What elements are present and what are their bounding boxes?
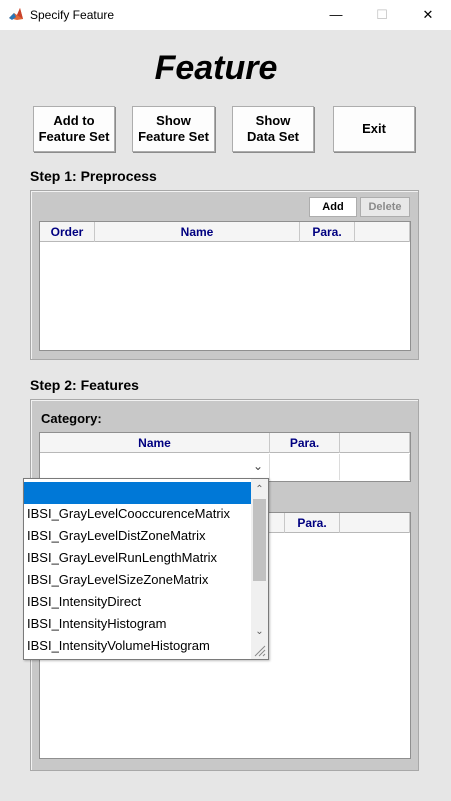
category-row: ⌄ [40,454,410,480]
category-dropdown-list[interactable]: IBSI_GrayLevelCooccurenceMatrix IBSI_Gra… [23,478,269,660]
add-to-feature-set-button[interactable]: Add to Feature Set [33,106,115,152]
scroll-up-icon[interactable]: ⌃ [251,481,268,499]
exit-button[interactable]: Exit [333,106,415,152]
dropdown-scrollbar[interactable]: ⌃ ⌄ [251,479,268,659]
category-empty-cell[interactable] [340,454,410,480]
column-header-para[interactable]: Para. [270,433,340,453]
category-label: Category: [41,411,102,426]
column-header-empty[interactable] [340,513,410,533]
close-button[interactable]: ✕ [405,0,451,30]
column-header-empty[interactable] [355,222,410,242]
column-header-name[interactable]: Name [95,222,300,242]
dropdown-option[interactable]: IBSI_IntensityHistogram [24,613,252,635]
dropdown-option[interactable]: IBSI_GrayLevelDistZoneMatrix [24,525,252,547]
scroll-down-icon[interactable]: ⌄ [251,623,268,641]
resize-grip-icon[interactable] [254,645,266,657]
preprocess-table-header: Order Name Para. [40,222,410,242]
column-header-para[interactable]: Para. [300,222,355,242]
step1-title: Step 1: Preprocess [30,168,157,184]
category-table[interactable]: Name Para. ⌄ [39,432,411,482]
category-name-select[interactable]: ⌄ [40,454,270,480]
show-data-set-button[interactable]: Show Data Set [232,106,314,152]
show-feature-set-button[interactable]: Show Feature Set [132,106,215,152]
maximize-button: ☐ [376,7,388,22]
chevron-down-icon[interactable]: ⌄ [253,459,263,473]
column-header-para[interactable]: Para. [285,513,340,533]
dropdown-option[interactable]: IBSI_GrayLevelCooccurenceMatrix [24,503,252,525]
category-table-header: Name Para. [40,433,410,453]
window-title: Specify Feature [30,8,115,22]
column-header-empty[interactable] [340,433,410,453]
step2-title: Step 2: Features [30,377,139,393]
scrollbar-thumb[interactable] [253,499,266,581]
title-bar: Specify Feature — ☐ ✕ [0,0,451,30]
page-title: Feature [154,49,278,87]
matlab-icon [9,8,23,20]
dropdown-option[interactable]: IBSI_IntensityDirect [24,591,252,613]
preprocess-panel: Add Delete Order Name Para. [30,190,419,360]
minimize-button[interactable]: — [313,0,359,30]
add-preprocess-button[interactable]: Add [309,197,357,217]
dropdown-option[interactable]: IBSI_GrayLevelRunLengthMatrix [24,547,252,569]
column-header-order[interactable]: Order [40,222,95,242]
category-para-cell[interactable] [270,454,340,480]
preprocess-table[interactable]: Order Name Para. [39,221,411,351]
delete-preprocess-button[interactable]: Delete [360,197,410,217]
dropdown-option[interactable] [24,482,252,504]
column-header-name[interactable]: Name [40,433,270,453]
dropdown-option[interactable]: IBSI_IntensityVolumeHistogram [24,635,252,657]
dropdown-option[interactable]: IBSI_GrayLevelSizeZoneMatrix [24,569,252,591]
